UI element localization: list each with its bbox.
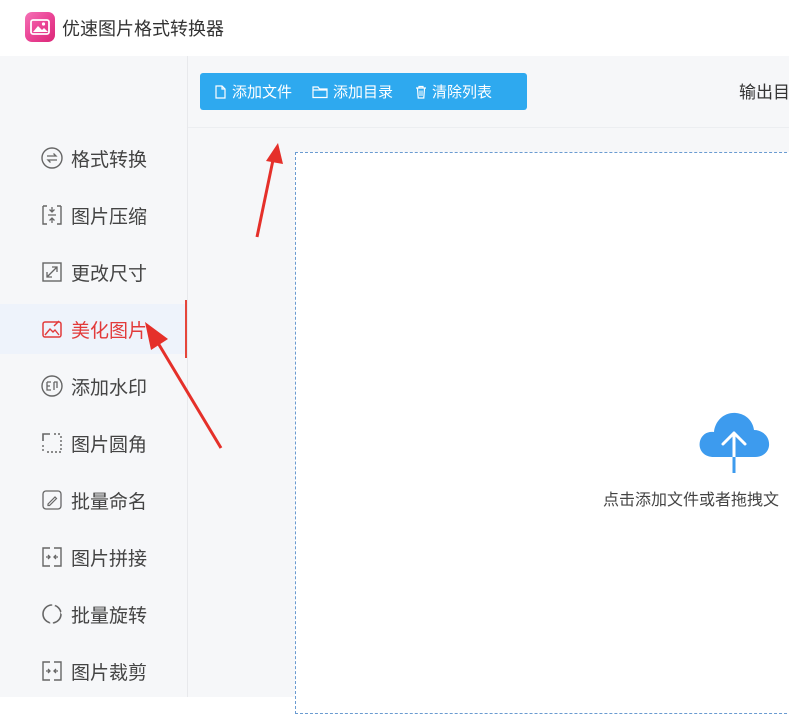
annotation-arrows	[145, 143, 283, 449]
annotation-arrow-toolbar	[255, 143, 283, 238]
annotation-arrow-beautify	[145, 322, 223, 449]
